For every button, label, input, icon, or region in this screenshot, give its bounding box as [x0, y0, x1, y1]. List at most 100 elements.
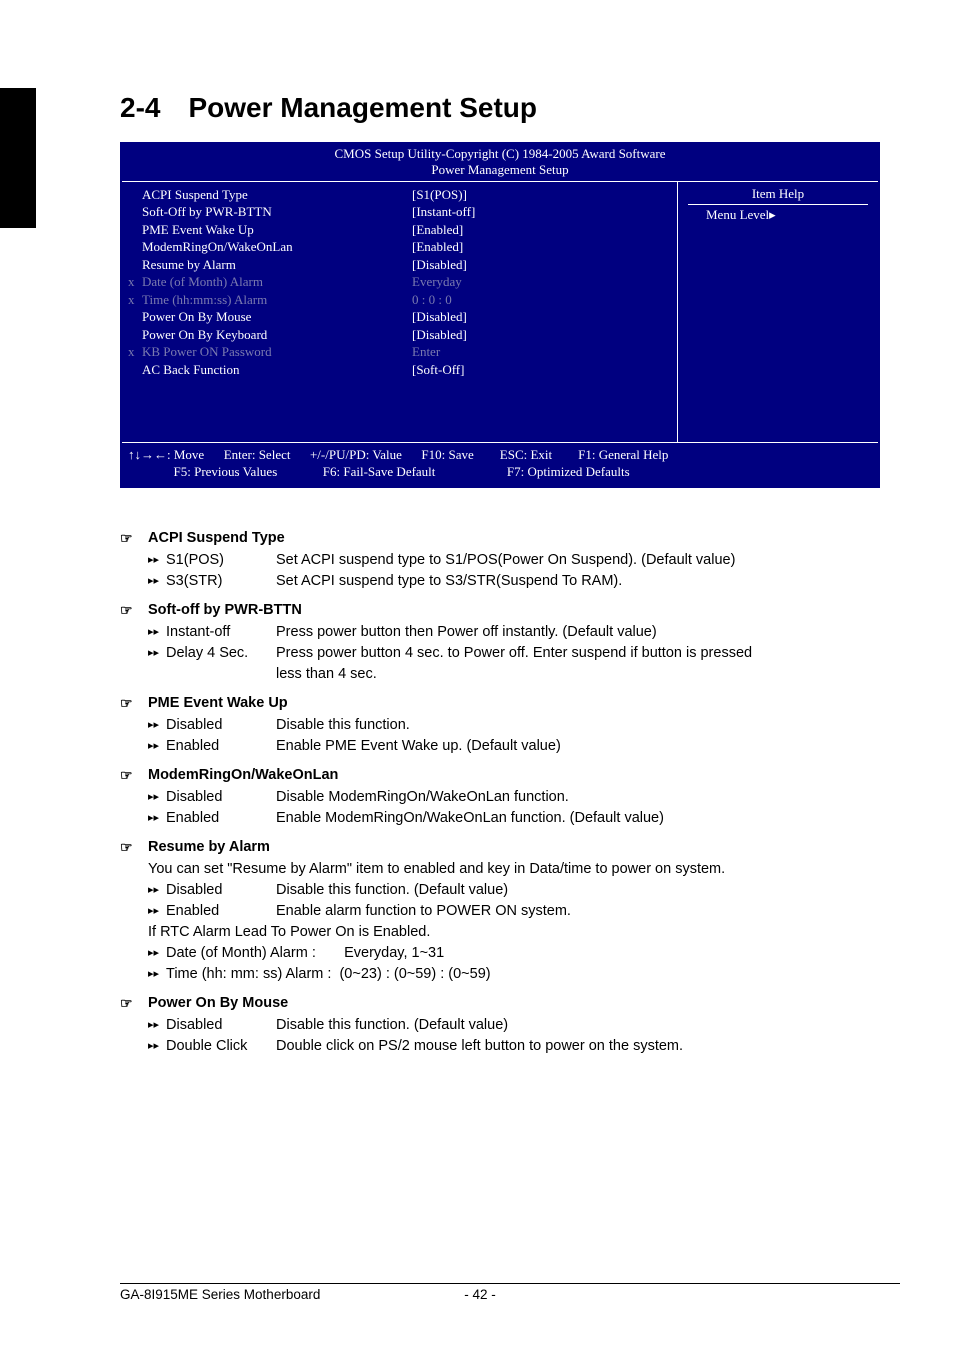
section-title: PME Event Wake Up	[148, 693, 288, 714]
pointer-icon: ☞	[120, 600, 148, 620]
bios-row-label: ACPI Suspend Type	[142, 186, 412, 204]
bios-row-label: Date (of Month) Alarm	[142, 273, 412, 291]
option-marker-icon: ▸▸	[148, 880, 166, 901]
option-desc: Enable PME Event Wake up. (Default value…	[276, 736, 900, 757]
option-row: ▸▸Delay 4 Sec.Press power button 4 sec. …	[120, 643, 900, 664]
bios-row-label: Resume by Alarm	[142, 256, 412, 274]
section-heading: ☞Soft-off by PWR-BTTN	[120, 600, 900, 621]
section-note: If RTC Alarm Lead To Power On is Enabled…	[120, 922, 900, 943]
pointer-icon: ☞	[120, 765, 148, 785]
pointer-icon: ☞	[120, 528, 148, 548]
page-heading: 2-4Power Management Setup	[120, 92, 900, 124]
bios-row-prefix	[128, 238, 142, 256]
side-tab-label: English	[36, 131, 67, 225]
bios-row: xTime (hh:mm:ss) Alarm0 : 0 : 0	[128, 291, 667, 309]
bios-footer: ↑↓→←: Move Enter: Select +/-/PU/PD: Valu…	[122, 442, 878, 486]
bios-row: ModemRingOn/WakeOnLan[Enabled]	[128, 238, 667, 256]
option-desc: Disable this function. (Default value)	[276, 880, 900, 901]
heading-title: Power Management Setup	[188, 92, 537, 123]
section-title: Power On By Mouse	[148, 993, 288, 1014]
bios-row-prefix: x	[128, 343, 142, 361]
bios-help-pane: Item Help Menu Level▸	[678, 182, 878, 442]
bios-row-prefix: x	[128, 273, 142, 291]
bios-row-prefix	[128, 256, 142, 274]
bios-row-label: PME Event Wake Up	[142, 221, 412, 239]
option-marker-icon: ▸▸	[148, 964, 166, 985]
option-marker-icon: ▸▸	[148, 622, 166, 643]
bios-row-label: AC Back Function	[142, 361, 412, 379]
option-note: Date (of Month) Alarm : Everyday, 1~31	[166, 943, 900, 964]
bios-title: CMOS Setup Utility-Copyright (C) 1984-20…	[122, 144, 878, 181]
bios-menu-level: Menu Level▸	[688, 207, 868, 223]
bios-row-label: Time (hh:mm:ss) Alarm	[142, 291, 412, 309]
section-heading: ☞Power On By Mouse	[120, 993, 900, 1014]
bios-row: Power On By Keyboard[Disabled]	[128, 326, 667, 344]
option-label: Enabled	[166, 808, 276, 829]
section-note: You can set "Resume by Alarm" item to en…	[120, 859, 900, 880]
bios-row-prefix	[128, 361, 142, 379]
bios-row-value: [Disabled]	[412, 308, 667, 326]
option-desc: Press power button then Power off instan…	[276, 622, 900, 643]
bios-row-label: Soft-Off by PWR-BTTN	[142, 203, 412, 221]
bios-row-prefix	[128, 203, 142, 221]
option-label: Double Click	[166, 1036, 276, 1057]
bios-row: xKB Power ON PasswordEnter	[128, 343, 667, 361]
section-title: Resume by Alarm	[148, 837, 270, 858]
option-row: ▸▸EnabledEnable ModemRingOn/WakeOnLan fu…	[120, 808, 900, 829]
page-content: 2-4Power Management Setup CMOS Setup Uti…	[120, 92, 900, 1057]
bios-row-value: [Soft-Off]	[412, 361, 667, 379]
option-desc: Disable ModemRingOn/WakeOnLan function.	[276, 787, 900, 808]
option-row: ▸▸Date (of Month) Alarm : Everyday, 1~31	[120, 943, 900, 964]
option-row: ▸▸Time (hh: mm: ss) Alarm : (0~23) : (0~…	[120, 964, 900, 985]
bios-row-prefix	[128, 308, 142, 326]
option-row: ▸▸EnabledEnable alarm function to POWER …	[120, 901, 900, 922]
option-label: Enabled	[166, 736, 276, 757]
option-marker-icon: ▸▸	[148, 901, 166, 922]
option-marker-icon: ▸▸	[148, 715, 166, 736]
bios-row: xDate (of Month) AlarmEveryday	[128, 273, 667, 291]
bios-hint-move: ↑↓→←: Move Enter: Select +/-/PU/PD: Valu…	[128, 446, 872, 464]
section-heading: ☞PME Event Wake Up	[120, 693, 900, 714]
bios-row-value: [Instant-off]	[412, 203, 667, 221]
bios-title-line2: Power Management Setup	[122, 162, 878, 178]
bios-row-label: Power On By Keyboard	[142, 326, 412, 344]
option-label: S3(STR)	[166, 571, 276, 592]
option-marker-icon: ▸▸	[148, 736, 166, 757]
bios-row-label: ModemRingOn/WakeOnLan	[142, 238, 412, 256]
option-desc: Press power button 4 sec. to Power off. …	[276, 643, 900, 664]
option-marker-icon: ▸▸	[148, 571, 166, 592]
bios-row: ACPI Suspend Type[S1(POS)]	[128, 186, 667, 204]
option-label: Disabled	[166, 715, 276, 736]
bios-row-prefix: x	[128, 291, 142, 309]
bios-row-label: KB Power ON Password	[142, 343, 412, 361]
section-heading: ☞ModemRingOn/WakeOnLan	[120, 765, 900, 786]
option-desc: Disable this function.	[276, 715, 900, 736]
option-marker-icon: ▸▸	[148, 550, 166, 571]
option-desc: Enable ModemRingOn/WakeOnLan function. (…	[276, 808, 900, 829]
bios-item-help: Item Help	[688, 186, 868, 205]
pointer-icon: ☞	[120, 837, 148, 857]
footer-page-number: - 42 -	[420, 1287, 540, 1302]
page-footer: GA-8I915ME Series Motherboard - 42 -	[120, 1283, 900, 1302]
option-row: ▸▸S3(STR)Set ACPI suspend type to S3/STR…	[120, 571, 900, 592]
option-marker-icon: ▸▸	[148, 943, 166, 964]
bios-settings-pane: ACPI Suspend Type[S1(POS)]Soft-Off by PW…	[122, 182, 678, 442]
option-label: Instant-off	[166, 622, 276, 643]
section-title: ModemRingOn/WakeOnLan	[148, 765, 338, 786]
bios-hint-prev: F5: Previous Values F6: Fail-Save Defaul…	[128, 463, 872, 481]
pointer-icon: ☞	[120, 993, 148, 1013]
option-label: S1(POS)	[166, 550, 276, 571]
bios-row-value: [Enabled]	[412, 238, 667, 256]
bios-row-label: Power On By Mouse	[142, 308, 412, 326]
bios-row: Power On By Mouse[Disabled]	[128, 308, 667, 326]
bios-row-value: 0 : 0 : 0	[412, 291, 667, 309]
bios-row: Resume by Alarm[Disabled]	[128, 256, 667, 274]
option-row: ▸▸DisabledDisable this function.	[120, 715, 900, 736]
option-row: ▸▸Instant-offPress power button then Pow…	[120, 622, 900, 643]
option-note: Time (hh: mm: ss) Alarm : (0~23) : (0~59…	[166, 964, 900, 985]
option-desc-cont: less than 4 sec.	[120, 664, 900, 685]
option-desc: Disable this function. (Default value)	[276, 1015, 900, 1036]
option-desc: Set ACPI suspend type to S3/STR(Suspend …	[276, 571, 900, 592]
side-band	[0, 88, 36, 228]
bios-row-prefix	[128, 221, 142, 239]
